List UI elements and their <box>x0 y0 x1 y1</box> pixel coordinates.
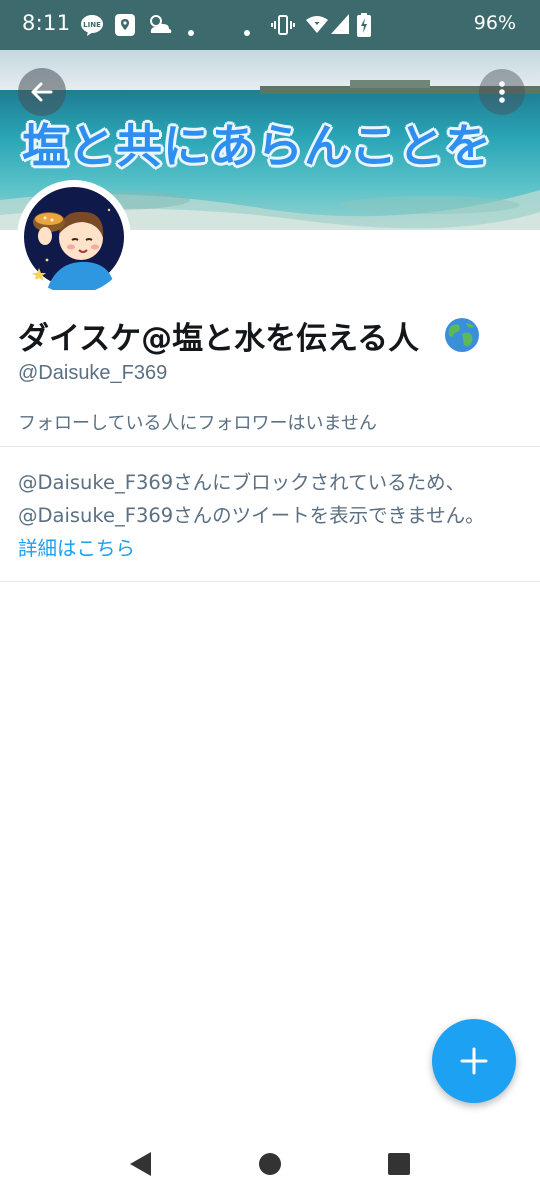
display-name: ダイスケ@塩と水を伝える人 <box>18 321 420 357</box>
line-app-icon: LINE <box>80 13 104 41</box>
followers-you-know: フォローしている人にフォロワーはいません <box>18 413 377 434</box>
user-handle: @Daisuke_F369 <box>18 362 168 384</box>
dot-icon <box>188 21 194 40</box>
more-options-button[interactable] <box>479 69 525 115</box>
screen: 8:11 LINE 96% 塩と共にあらんことを ダイスケ@塩と水を伝える人 @… <box>0 0 540 1199</box>
status-time: 8:11 <box>22 11 71 35</box>
banner-title: 塩と共にあらんことを <box>22 119 492 173</box>
signal-icon <box>330 13 350 39</box>
avatar[interactable] <box>17 180 131 294</box>
location-notify-icon <box>114 13 136 41</box>
learn-more-link[interactable]: 詳細はこちら <box>18 532 135 561</box>
nav-home-icon <box>259 1153 281 1175</box>
dot-icon <box>244 21 250 40</box>
avatar-image <box>20 183 128 291</box>
battery-percent: 96% <box>473 12 516 34</box>
globe-icon <box>444 317 480 353</box>
divider <box>0 446 540 447</box>
status-bar: 8:11 LINE 96% <box>0 0 540 50</box>
back-button[interactable] <box>18 68 66 116</box>
arrow-left-icon <box>31 82 53 102</box>
system-nav-bar <box>0 1127 540 1199</box>
divider <box>0 581 540 582</box>
line-label: LINE <box>83 21 101 29</box>
plus-icon <box>460 1047 488 1075</box>
nav-recents-icon <box>388 1153 410 1175</box>
weather-cloud-sun-icon <box>147 13 173 41</box>
nav-recents-button[interactable] <box>384 1149 414 1179</box>
wifi-icon <box>305 13 329 41</box>
nav-home-button[interactable] <box>255 1149 285 1179</box>
blocked-message-line1: @Daisuke_F369さんにブロックされているため、 <box>18 471 466 494</box>
nav-back-icon <box>130 1152 151 1176</box>
vibrate-icon <box>271 13 295 41</box>
compose-tweet-button[interactable] <box>432 1019 516 1103</box>
more-vertical-icon <box>499 81 505 103</box>
battery-charging-icon <box>357 13 371 41</box>
nav-back-button[interactable] <box>125 1149 155 1179</box>
blocked-message-line2: @Daisuke_F369さんのツイートを表示できません。 <box>18 504 485 527</box>
